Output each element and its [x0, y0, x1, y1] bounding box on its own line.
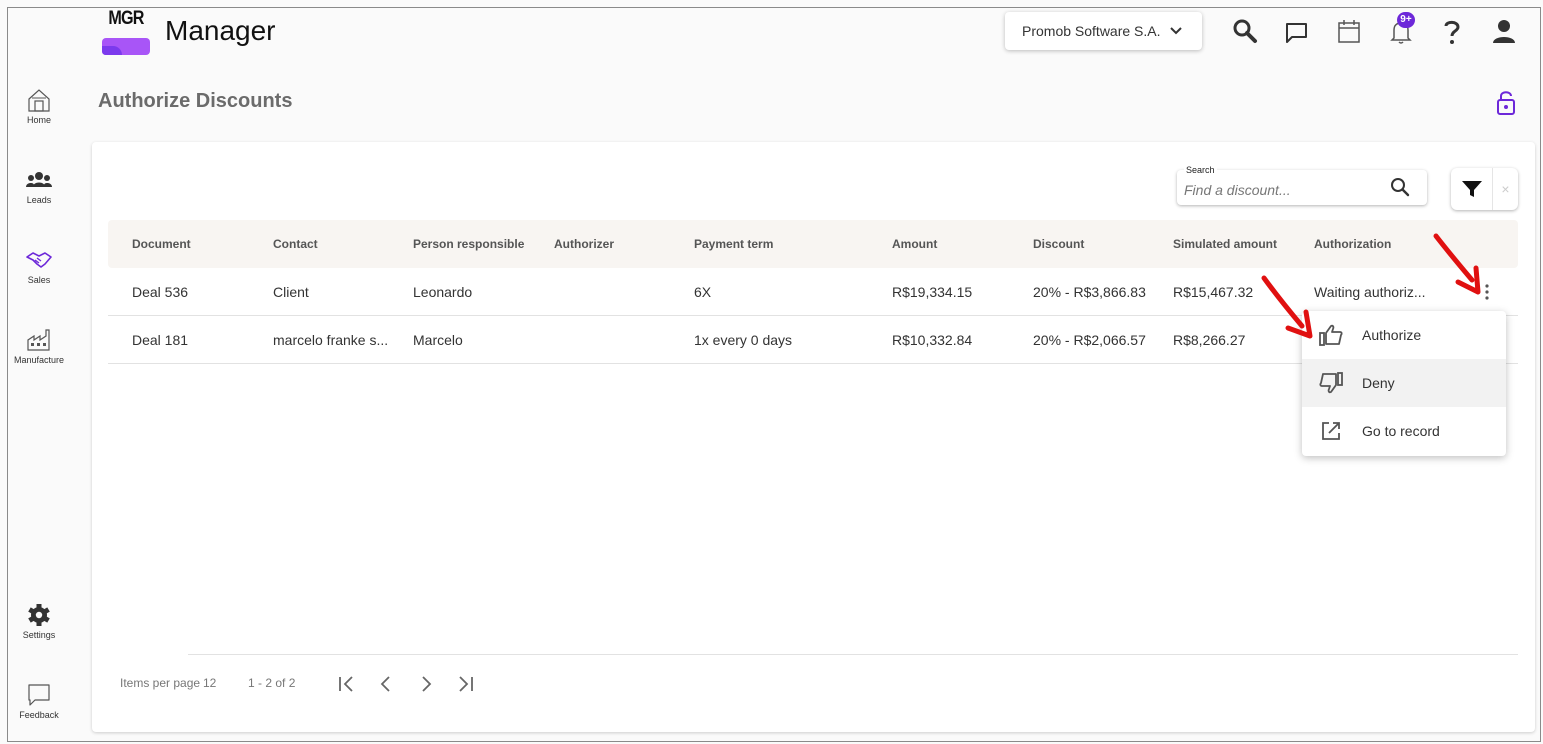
menu-item-label: Go to record	[1362, 423, 1440, 439]
previous-page-icon[interactable]	[375, 673, 397, 695]
cell-payment-term: 1x every 0 days	[694, 332, 793, 348]
search-label: Search	[1184, 165, 1217, 175]
menu-item-authorize[interactable]: Authorize	[1302, 311, 1506, 359]
logo-bar-accent	[102, 46, 122, 55]
table-row[interactable]: Deal 536 Client Leonardo 6X R$19,334.15 …	[108, 268, 1518, 316]
cell-document: Deal 181	[132, 332, 189, 348]
filter-icon	[1461, 181, 1482, 197]
sidebar-item-sales[interactable]: Sales	[8, 247, 70, 285]
notification-badge: 9+	[1397, 12, 1415, 28]
chat-icon[interactable]	[1283, 16, 1311, 46]
calendar-icon[interactable]	[1335, 16, 1363, 46]
more-options-icon[interactable]	[1481, 282, 1493, 302]
unlock-icon[interactable]	[1494, 88, 1518, 116]
column-header-discount[interactable]: Discount	[1033, 237, 1084, 251]
logo-text: MGR	[108, 8, 144, 29]
sidebar-item-label: Leads	[26, 195, 52, 205]
column-header-authorizer[interactable]: Authorizer	[554, 237, 614, 251]
cell-discount: 20% - R$2,066.57	[1033, 332, 1146, 348]
table-header: Document Contact Person responsible Auth…	[108, 220, 1518, 268]
company-select[interactable]: Promob Software S.A.	[1005, 12, 1202, 50]
menu-item-label: Authorize	[1362, 327, 1422, 343]
pagination-range: 1 - 2 of 2	[248, 676, 296, 690]
sidebar-item-feedback[interactable]: Feedback	[8, 682, 70, 720]
gear-icon	[28, 604, 50, 626]
page-title: Authorize Discounts	[98, 90, 293, 112]
cell-amount: R$19,334.15	[892, 284, 973, 300]
column-header-authorization[interactable]: Authorization	[1314, 237, 1391, 251]
column-header-amount[interactable]: Amount	[892, 237, 937, 251]
sidebar-item-label: Settings	[22, 630, 56, 640]
clear-filter-button[interactable]: ×	[1493, 168, 1518, 210]
help-icon[interactable]	[1438, 16, 1466, 46]
handshake-icon	[26, 252, 52, 268]
items-per-page-select[interactable]: 12	[203, 676, 216, 690]
search-field[interactable]: Search	[1177, 165, 1427, 205]
column-header-person-responsible[interactable]: Person responsible	[413, 237, 524, 251]
filter-button[interactable]	[1451, 168, 1493, 210]
user-icon[interactable]	[1490, 16, 1518, 46]
sidebar-item-label: Home	[26, 115, 51, 125]
sidebar-item-label: Sales	[27, 275, 51, 285]
cell-person-responsible: Leonardo	[413, 284, 473, 300]
first-page-icon[interactable]	[335, 673, 357, 695]
company-name: Promob Software S.A.	[1022, 23, 1161, 39]
next-page-icon[interactable]	[415, 673, 437, 695]
open-external-icon	[1322, 422, 1340, 440]
sidebar-item-label: Manufacture	[13, 355, 65, 365]
search-input[interactable]	[1184, 180, 1384, 200]
sidebar-item-label: Feedback	[19, 710, 59, 720]
column-header-document[interactable]: Document	[132, 237, 191, 251]
column-header-simulated-amount[interactable]: Simulated amount	[1173, 237, 1277, 251]
cell-payment-term: 6X	[694, 284, 712, 300]
column-header-contact[interactable]: Contact	[273, 237, 318, 251]
factory-icon	[27, 329, 50, 351]
cell-simulated-amount: R$15,467.32	[1173, 284, 1254, 300]
feedback-icon	[28, 684, 50, 706]
people-icon	[26, 172, 52, 187]
cell-person-responsible: Marcelo	[413, 332, 463, 348]
sidebar-item-leads[interactable]: Leads	[8, 167, 70, 205]
last-page-icon[interactable]	[455, 673, 477, 695]
thumbs-up-icon	[1319, 324, 1343, 346]
cell-amount: R$10,332.84	[892, 332, 973, 348]
items-per-page-label: Items per page	[120, 676, 201, 690]
menu-item-deny[interactable]: Deny	[1302, 359, 1506, 407]
chevron-down-icon	[1169, 27, 1182, 35]
search-icon[interactable]	[1390, 177, 1410, 197]
app-logo[interactable]: MGR	[100, 8, 152, 56]
cell-document: Deal 536	[132, 284, 189, 300]
menu-item-go-to-record[interactable]: Go to record	[1302, 407, 1506, 455]
search-icon[interactable]	[1231, 16, 1259, 46]
sidebar-item-home[interactable]: Home	[8, 87, 70, 125]
cell-discount: 20% - R$3,866.83	[1033, 284, 1146, 300]
home-icon	[28, 89, 50, 112]
column-header-payment-term[interactable]: Payment term	[694, 237, 773, 251]
cell-contact: marcelo franke s...	[273, 332, 389, 348]
menu-item-label: Deny	[1362, 375, 1395, 391]
app-title: Manager	[165, 15, 276, 46]
thumbs-down-icon	[1319, 372, 1343, 394]
pagination-divider	[188, 654, 1518, 655]
sidebar-item-manufacture[interactable]: Manufacture	[8, 327, 70, 365]
row-actions-menu: Authorize Deny Go to record	[1302, 311, 1506, 456]
cell-contact: Client	[273, 284, 309, 300]
cell-authorization: Waiting authoriz...	[1314, 284, 1426, 300]
sidebar-item-settings[interactable]: Settings	[8, 602, 70, 640]
filter-group: ×	[1451, 168, 1518, 210]
cell-simulated-amount: R$8,266.27	[1173, 332, 1246, 348]
